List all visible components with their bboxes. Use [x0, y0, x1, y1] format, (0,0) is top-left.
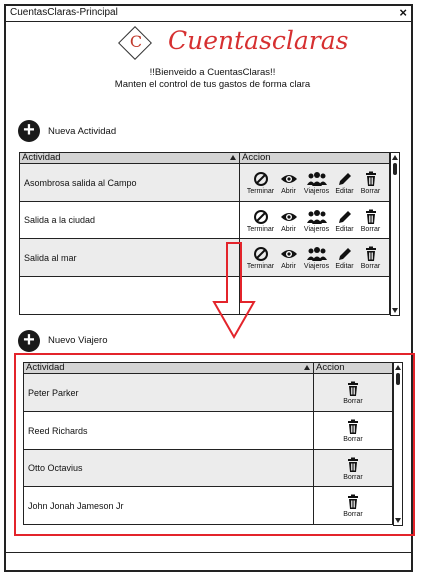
finish-button[interactable]: Terminar	[246, 207, 276, 234]
table-row[interactable]: Reed Richards Borrar	[23, 411, 393, 450]
brand-title: Cuentasclaras	[168, 26, 349, 55]
sort-asc-icon[interactable]	[304, 365, 310, 370]
edit-button[interactable]: Editar	[332, 169, 358, 196]
pencil-icon	[338, 173, 351, 185]
delete-button[interactable]: Borrar	[340, 417, 366, 444]
open-button[interactable]: Abrir	[276, 169, 302, 196]
travelers-button[interactable]: Viajeros	[302, 244, 332, 271]
users-icon	[306, 172, 327, 186]
finish-button[interactable]: Terminar	[246, 169, 276, 196]
table-row[interactable]: Salida al mar Terminar Abrir Viajeros Ed…	[19, 238, 390, 277]
add-activity-label[interactable]: Nueva Actividad	[48, 126, 116, 137]
welcome-line-2: Manten el control de tus gastos de forma…	[114, 79, 311, 90]
traveler-name: John Jonah Jameson Jr	[23, 486, 314, 525]
activities-scrollbar[interactable]	[390, 152, 400, 316]
table-row[interactable]: Asombrosa salida al Campo Terminar Abrir…	[19, 163, 390, 202]
scroll-down-icon[interactable]	[395, 518, 401, 523]
welcome-message: !!Bienveido a CuentasClaras!! Manten el …	[40, 67, 385, 91]
eye-icon	[280, 175, 297, 183]
add-activity-row[interactable]: + Nueva Actividad	[18, 120, 138, 142]
table-row[interactable]: Peter Parker Borrar	[23, 373, 393, 412]
activity-name: Salida a la ciudad	[19, 201, 240, 239]
pencil-icon	[338, 210, 351, 223]
ban-icon	[253, 209, 268, 224]
scroll-up-icon[interactable]	[395, 365, 401, 370]
travelers-button[interactable]: Viajeros	[302, 169, 332, 196]
users-icon	[306, 209, 327, 224]
traveler-name: Peter Parker	[23, 373, 314, 412]
edit-button[interactable]: Editar	[332, 244, 358, 271]
add-traveler-label[interactable]: Nuevo Viajero	[48, 335, 108, 346]
activity-name: Salida al mar	[19, 238, 240, 277]
scroll-thumb[interactable]	[396, 373, 400, 385]
delete-button[interactable]: Borrar	[340, 492, 366, 519]
table-row[interactable]: Salida a la ciudad Terminar Abrir Viajer…	[19, 201, 390, 239]
sort-asc-icon[interactable]	[230, 155, 236, 160]
travelers-scrollbar[interactable]	[393, 362, 403, 526]
plus-circle-icon[interactable]: +	[18, 120, 40, 142]
eye-icon	[280, 250, 297, 258]
scroll-down-icon[interactable]	[392, 308, 398, 313]
scroll-thumb[interactable]	[393, 163, 397, 175]
delete-button[interactable]: Borrar	[358, 169, 384, 196]
scroll-up-icon[interactable]	[392, 155, 398, 160]
delete-button[interactable]: Borrar	[358, 244, 384, 271]
trash-icon	[348, 457, 358, 472]
close-icon[interactable]: ×	[399, 5, 407, 20]
logo-letter: C	[129, 32, 143, 51]
trash-icon	[365, 171, 376, 186]
ban-icon	[253, 172, 268, 186]
status-bar	[6, 552, 411, 570]
travelers-button[interactable]: Viajeros	[302, 207, 332, 234]
table-row[interactable]: John Jonah Jameson Jr Borrar	[23, 486, 393, 525]
activities-table: Actividad Accion Asombrosa salida al Cam…	[19, 152, 390, 315]
trash-icon	[348, 381, 358, 396]
column-header-actions: Accion	[313, 362, 393, 374]
title-bar: CuentasClaras-Principal ×	[6, 5, 411, 22]
eye-icon	[280, 212, 297, 221]
column-header-actions: Accion	[239, 152, 390, 164]
plus-circle-icon[interactable]: +	[18, 330, 40, 352]
traveler-name: Otto Octavius	[23, 449, 314, 487]
open-button[interactable]: Abrir	[276, 244, 302, 271]
delete-button[interactable]: Borrar	[358, 207, 384, 234]
edit-button[interactable]: Editar	[332, 207, 358, 234]
users-icon	[306, 247, 327, 261]
trash-icon	[348, 494, 358, 509]
add-traveler-row[interactable]: + Nuevo Viajero	[18, 330, 138, 352]
travelers-table: Actividad Accion Peter Parker Borrar Ree…	[23, 362, 393, 525]
red-arrow-down-icon	[212, 242, 256, 340]
delete-button[interactable]: Borrar	[340, 379, 366, 406]
activity-name: Asombrosa salida al Campo	[19, 163, 240, 202]
traveler-name: Reed Richards	[23, 411, 314, 450]
pencil-icon	[338, 248, 351, 260]
empty-row	[19, 276, 390, 315]
column-header-activity[interactable]: Actividad	[19, 152, 240, 164]
trash-icon	[348, 419, 358, 434]
table-row[interactable]: Otto Octavius Borrar	[23, 449, 393, 487]
trash-icon	[365, 209, 376, 224]
welcome-line-1: !!Bienveido a CuentasClaras!!	[149, 67, 276, 78]
open-button[interactable]: Abrir	[276, 207, 302, 234]
window-title: CuentasClaras-Principal	[10, 7, 118, 18]
delete-button[interactable]: Borrar	[340, 455, 366, 482]
column-header-activity[interactable]: Actividad	[23, 362, 314, 374]
trash-icon	[365, 246, 376, 261]
